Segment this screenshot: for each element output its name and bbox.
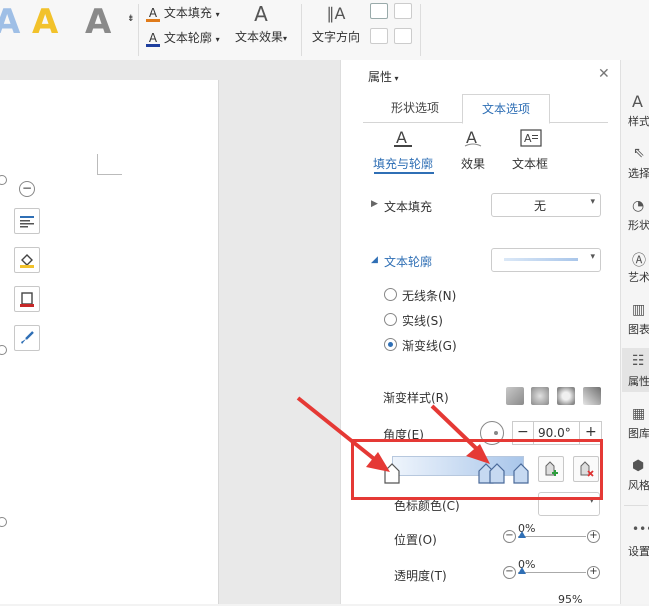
transparency-label: 透明度(T)	[394, 569, 447, 583]
plus-icon[interactable]: +	[585, 424, 597, 440]
radio-solid-line-label[interactable]: 实线(S)	[402, 312, 443, 329]
gradient-line-preview	[504, 258, 578, 261]
panel-title[interactable]: 属性 ▾	[368, 68, 399, 85]
paint-bucket-icon	[20, 254, 34, 268]
annotation-arrows	[296, 396, 490, 472]
text-effects-button[interactable]: A 文本效果▾	[233, 2, 289, 45]
text-effects-icon: A	[254, 2, 268, 26]
shape-fill-button[interactable]	[14, 247, 40, 273]
gallery-icon[interactable]: ▦	[632, 406, 645, 422]
text-outline-dropdown[interactable]: ▾	[491, 248, 601, 272]
text-direction-icon: ∥A	[326, 4, 346, 23]
text-fill-value: 无	[534, 199, 547, 213]
sidebar-item-settings[interactable]: 设置	[628, 543, 649, 559]
sidebar-item-select[interactable]: 选择	[628, 165, 649, 181]
text-box-icon[interactable]	[394, 3, 412, 19]
position-slider-thumb[interactable]	[518, 531, 526, 538]
chevron-down-icon: ▾	[590, 252, 595, 262]
svg-text:A: A	[396, 128, 407, 147]
effects-icon: A	[462, 128, 484, 151]
text-box-icon[interactable]	[394, 28, 412, 44]
angle-value[interactable]: 90.0°	[538, 426, 571, 440]
svg-text:A: A	[524, 132, 532, 145]
properties-icon[interactable]: ☷	[632, 353, 645, 369]
style-icon[interactable]: A	[632, 92, 643, 111]
text-fill-label: 文本填充	[163, 6, 212, 20]
chevron-down-icon[interactable]: ◢	[371, 255, 378, 265]
sidebar-item-style[interactable]: 样式	[628, 113, 649, 129]
chart-icon[interactable]: ▥	[632, 302, 645, 318]
sidebar-item-chart[interactable]: 图表	[628, 321, 649, 337]
plus-icon[interactable]: +	[587, 566, 600, 579]
gradient-style-path[interactable]	[583, 387, 601, 405]
fill-outline-icon: A	[392, 128, 414, 151]
wordart-icon[interactable]: Ⓐ	[632, 250, 646, 270]
transparency-slider-thumb[interactable]	[518, 567, 526, 574]
text-box-icon[interactable]	[370, 28, 388, 44]
minus-icon[interactable]: −	[503, 530, 516, 543]
chevron-right-icon[interactable]: ▶	[371, 199, 378, 209]
subtab-effects[interactable]: 效果	[461, 155, 485, 172]
theme-icon[interactable]: ⬢	[632, 458, 644, 474]
sidebar-item-wordart[interactable]: 艺术字	[628, 269, 649, 285]
text-outline-label: 文本轮廓	[163, 31, 212, 45]
text-box-icon[interactable]	[370, 3, 388, 19]
sidebar-divider	[624, 505, 648, 506]
radio-solid-line[interactable]	[384, 313, 397, 326]
cursor-icon[interactable]: ⇖	[633, 145, 645, 161]
shapes-icon[interactable]: ◔	[632, 198, 644, 214]
layout-options-button[interactable]	[14, 208, 40, 234]
subtab-fill-outline[interactable]: 填充与轮廓	[373, 155, 433, 172]
transparency-slider[interactable]	[518, 572, 586, 573]
close-icon[interactable]: ✕	[598, 66, 610, 82]
wordart-style-gray[interactable]: A	[85, 2, 111, 42]
text-direction-label: 文字方向	[311, 30, 360, 44]
chevron-down-icon: ▾	[215, 35, 220, 44]
plus-icon[interactable]: +	[587, 530, 600, 543]
subtab-active-indicator	[374, 172, 434, 174]
text-fill-button[interactable]: A 文本填充 ▾	[146, 4, 220, 22]
radio-gradient-line-label[interactable]: 渐变线(G)	[402, 337, 457, 354]
text-outline-button[interactable]: A 文本轮廓 ▾	[146, 29, 220, 47]
text-fill-dropdown[interactable]: 无 ▾	[491, 193, 601, 217]
minus-icon[interactable]: −	[19, 181, 35, 197]
more-icon[interactable]: •••	[632, 522, 649, 536]
gradient-style-radial[interactable]	[531, 387, 549, 405]
text-direction-button[interactable]: ∥A 文字方向	[310, 2, 362, 45]
chevron-down-icon: ▾	[215, 10, 220, 19]
brightness-value: 95%	[558, 593, 583, 606]
margin-corner-mark	[97, 154, 122, 175]
tab-shape-options[interactable]: 形状选项	[370, 94, 460, 122]
gallery-more-icon[interactable]: ⇟	[127, 14, 135, 24]
text-box-icon: A	[519, 128, 543, 151]
wordart-style-blue[interactable]: A	[0, 2, 20, 42]
radio-no-line[interactable]	[384, 288, 397, 301]
text-fill-section-label[interactable]: 文本填充	[384, 198, 432, 215]
chevron-down-icon: ▾	[590, 197, 595, 207]
sidebar-item-gallery[interactable]: 图库	[628, 425, 649, 441]
subtab-text-box[interactable]: 文本框	[512, 155, 548, 172]
ribbon: A A A ⇟ A 文本填充 ▾ A 文本轮廓 ▾ A 文本效果▾ ∥A 文字方…	[0, 0, 649, 61]
radio-no-line-label[interactable]: 无线条(N)	[402, 287, 456, 304]
minus-icon[interactable]: −	[517, 424, 529, 440]
gradient-style-rectangular[interactable]	[557, 387, 575, 405]
minus-icon[interactable]: −	[503, 566, 516, 579]
shape-outline-button[interactable]	[14, 286, 40, 312]
layout-icon	[20, 216, 34, 228]
text-fill-icon: A	[146, 7, 160, 22]
wordart-style-gold[interactable]: A	[32, 2, 58, 42]
format-painter-button[interactable]	[14, 325, 40, 351]
sidebar-item-theme[interactable]: 风格	[628, 477, 649, 493]
outline-icon	[20, 292, 34, 307]
brush-icon	[21, 331, 34, 344]
radio-gradient-line[interactable]	[384, 338, 397, 351]
text-effects-label: 文本效果	[234, 30, 283, 44]
position-slider[interactable]	[518, 536, 586, 537]
tab-text-options[interactable]: 文本选项	[462, 94, 550, 124]
text-outline-icon: A	[146, 32, 160, 47]
position-label: 位置(O)	[394, 533, 437, 547]
sidebar-item-properties[interactable]: 属性	[628, 373, 649, 389]
text-outline-section-label[interactable]: 文本轮廓	[384, 253, 432, 270]
sidebar-item-shapes[interactable]: 形状	[628, 217, 649, 233]
